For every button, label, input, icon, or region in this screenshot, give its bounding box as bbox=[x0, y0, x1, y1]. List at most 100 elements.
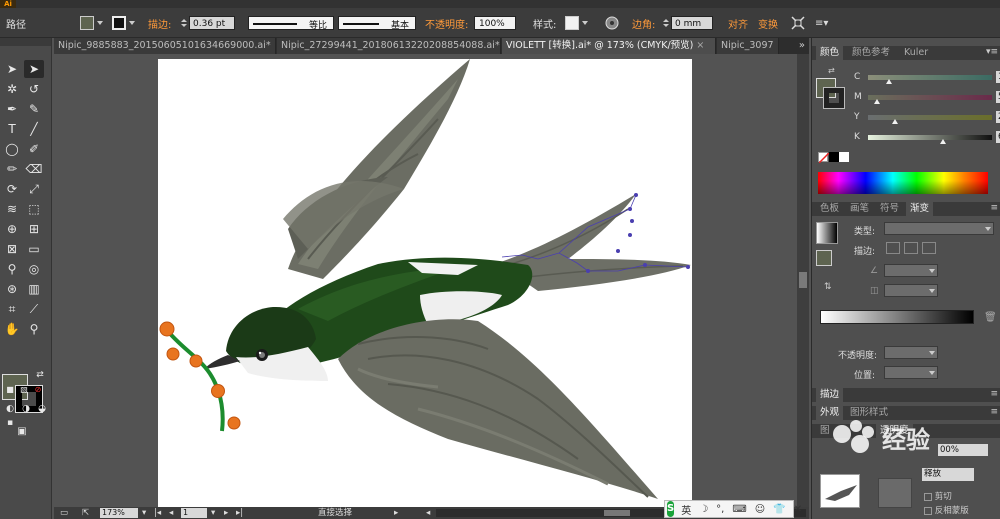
gradient-opacity-field[interactable] bbox=[884, 346, 938, 359]
gradient-slider[interactable] bbox=[820, 310, 974, 324]
tab-document-4[interactable]: Nipic_3097 bbox=[717, 38, 779, 54]
gradient-fill-box[interactable] bbox=[816, 250, 832, 266]
page-number-field[interactable]: 1 bbox=[181, 508, 207, 518]
upper-wing[interactable] bbox=[283, 59, 470, 279]
corner-control[interactable]: 0 mm bbox=[663, 14, 713, 32]
tab-brushes[interactable]: 画笔 bbox=[846, 202, 873, 216]
scroll-left-icon[interactable]: ◂ bbox=[426, 507, 430, 519]
black-swatch[interactable] bbox=[829, 152, 839, 162]
swap-colors-icon[interactable]: ⇄ bbox=[828, 66, 835, 75]
slider-knob[interactable] bbox=[940, 139, 946, 144]
direct-selection-tool-icon[interactable]: ➤ bbox=[24, 60, 44, 78]
stroke-color-box[interactable] bbox=[823, 87, 845, 109]
keyboard-icon[interactable]: ⌨ bbox=[732, 504, 746, 515]
tab-symbols[interactable]: 符号 bbox=[876, 202, 903, 216]
eraser-tool-icon[interactable]: ⌫ bbox=[24, 160, 44, 178]
slider-knob[interactable] bbox=[892, 119, 898, 124]
panel-menu-icon[interactable]: ≡ bbox=[990, 203, 998, 213]
chevron-down-icon[interactable]: ▾ bbox=[142, 507, 146, 519]
blend-tool-icon[interactable]: ◎ bbox=[24, 260, 44, 278]
clip-checkbox[interactable]: 剪切 bbox=[924, 490, 952, 502]
slider-knob[interactable] bbox=[886, 79, 892, 84]
lower-wing[interactable] bbox=[338, 319, 658, 499]
invert-mask-checkbox[interactable]: 反相蒙版 bbox=[924, 504, 969, 516]
opacity-input[interactable]: 100% bbox=[474, 14, 516, 32]
magic-wand-tool-icon[interactable]: ✲ bbox=[2, 80, 22, 98]
tab-document-2[interactable]: Nipic_27299441_20180613220208854088.ai*× bbox=[277, 38, 501, 54]
tab-color[interactable]: 颜色 bbox=[816, 46, 844, 60]
mask-thumbnail[interactable] bbox=[878, 478, 912, 508]
stroke-swatch-dropdown[interactable] bbox=[112, 14, 135, 32]
yellow-slider[interactable]: Y 20 % bbox=[854, 111, 1000, 124]
hand-tool-icon[interactable]: ✋ bbox=[2, 320, 22, 338]
slider-knob[interactable] bbox=[874, 99, 880, 104]
pen-tool-icon[interactable]: ✒ bbox=[2, 100, 22, 118]
stroke-gradient-across-icon[interactable] bbox=[922, 242, 936, 254]
corner-label[interactable]: 边角: bbox=[632, 14, 655, 32]
perspective-grid-tool-icon[interactable]: ⊞ bbox=[24, 220, 44, 238]
opacity-label[interactable]: 不透明度: bbox=[425, 14, 468, 32]
isolate-icon[interactable] bbox=[790, 14, 806, 32]
panel-menu-icon[interactable]: ▾≡ bbox=[986, 47, 998, 57]
panel-menu-icon[interactable]: ≡▾ bbox=[815, 14, 828, 32]
lasso-tool-icon[interactable]: ↺ bbox=[24, 80, 44, 98]
free-transform-tool-icon[interactable]: ⬚ bbox=[24, 200, 44, 218]
cyan-slider[interactable]: C 15 % bbox=[854, 71, 1000, 84]
swallow-illustration[interactable] bbox=[158, 59, 692, 507]
tab-document-1[interactable]: Nipic_9885883_20150605101634669000.ai*× bbox=[54, 38, 276, 54]
gradient-tool-icon[interactable]: ▭ bbox=[24, 240, 44, 258]
status-menu-icon[interactable]: ▸ bbox=[394, 507, 398, 519]
variable-width-profile[interactable]: 等比 bbox=[248, 14, 334, 32]
slice-tool-icon[interactable]: ⟋ bbox=[24, 300, 44, 318]
shape-builder-tool-icon[interactable]: ⊕ bbox=[2, 220, 22, 238]
white-swatch[interactable] bbox=[839, 152, 849, 162]
symbol-sprayer-tool-icon[interactable]: ⊛ bbox=[2, 280, 22, 298]
fill-swatch-dropdown[interactable] bbox=[80, 14, 103, 32]
release-mask-button[interactable]: 释放 bbox=[922, 468, 974, 481]
paintbrush-tool-icon[interactable]: ✐ bbox=[24, 140, 44, 158]
draw-inside-icon[interactable]: ◒ bbox=[32, 400, 52, 418]
moon-icon[interactable]: ☽ bbox=[699, 504, 708, 515]
tab-swatches[interactable]: 色板 bbox=[816, 202, 843, 216]
stroke-label[interactable]: 描边: bbox=[148, 14, 171, 32]
column-graph-tool-icon[interactable]: ▥ bbox=[24, 280, 44, 298]
align-button[interactable]: 对齐 bbox=[728, 14, 748, 32]
stepper-icon[interactable] bbox=[663, 19, 669, 27]
punctuation-icon[interactable]: °, bbox=[716, 504, 724, 515]
eyedropper-tool-icon[interactable]: ⚲ bbox=[2, 260, 22, 278]
ime-toolbar[interactable]: S 英 ☽ °, ⌨ ☺ 👕 ✕ bbox=[664, 500, 802, 518]
object-thumbnail[interactable] bbox=[820, 474, 860, 508]
more-tabs-icon[interactable]: » bbox=[799, 38, 805, 54]
cyan-input[interactable]: 15 bbox=[996, 71, 1000, 83]
ellipse-tool-icon[interactable]: ◯ bbox=[2, 140, 22, 158]
yellow-input[interactable]: 20 bbox=[996, 111, 1000, 123]
selection-tool-icon[interactable]: ➤ bbox=[2, 60, 22, 78]
rotate-tool-icon[interactable]: ⟳ bbox=[2, 180, 22, 198]
close-icon[interactable]: × bbox=[696, 40, 704, 51]
magenta-input[interactable]: 5 bbox=[996, 91, 1000, 103]
trash-icon[interactable]: 🗑 bbox=[984, 312, 997, 323]
recolor-artwork-icon[interactable] bbox=[604, 14, 620, 32]
artboard-nav-icon[interactable]: ▭ bbox=[60, 507, 68, 519]
first-page-icon[interactable]: |◂ bbox=[154, 507, 161, 519]
zoom-tool-icon[interactable]: ⚲ bbox=[24, 320, 44, 338]
stroke-weight-control[interactable]: 0.36 pt bbox=[181, 14, 235, 32]
type-tool-icon[interactable]: T bbox=[2, 120, 22, 138]
prev-page-icon[interactable]: ◂ bbox=[169, 507, 173, 519]
vertical-scrollbar[interactable] bbox=[797, 54, 809, 507]
gradient-preview-swatch[interactable] bbox=[816, 222, 838, 244]
panel-grip[interactable] bbox=[0, 38, 51, 46]
sogou-logo-icon[interactable]: S bbox=[667, 501, 675, 517]
graphic-style-dropdown[interactable] bbox=[565, 14, 588, 32]
black-input[interactable]: 60 bbox=[996, 131, 1000, 143]
scale-tool-icon[interactable]: ⤢ bbox=[24, 180, 44, 198]
tab-color-guide[interactable]: 颜色参考 bbox=[848, 46, 894, 60]
next-page-icon[interactable]: ▸ bbox=[224, 507, 228, 519]
gradient-type-dropdown[interactable] bbox=[884, 222, 994, 235]
none-mode-icon[interactable]: ⊘ bbox=[28, 380, 48, 398]
gradient-aspect-field[interactable] bbox=[884, 284, 938, 297]
close-icon[interactable]: × bbox=[274, 40, 275, 51]
gradient-position-field[interactable] bbox=[884, 366, 938, 379]
corner-input[interactable]: 0 mm bbox=[671, 16, 713, 30]
stepper-icon[interactable] bbox=[181, 19, 187, 27]
